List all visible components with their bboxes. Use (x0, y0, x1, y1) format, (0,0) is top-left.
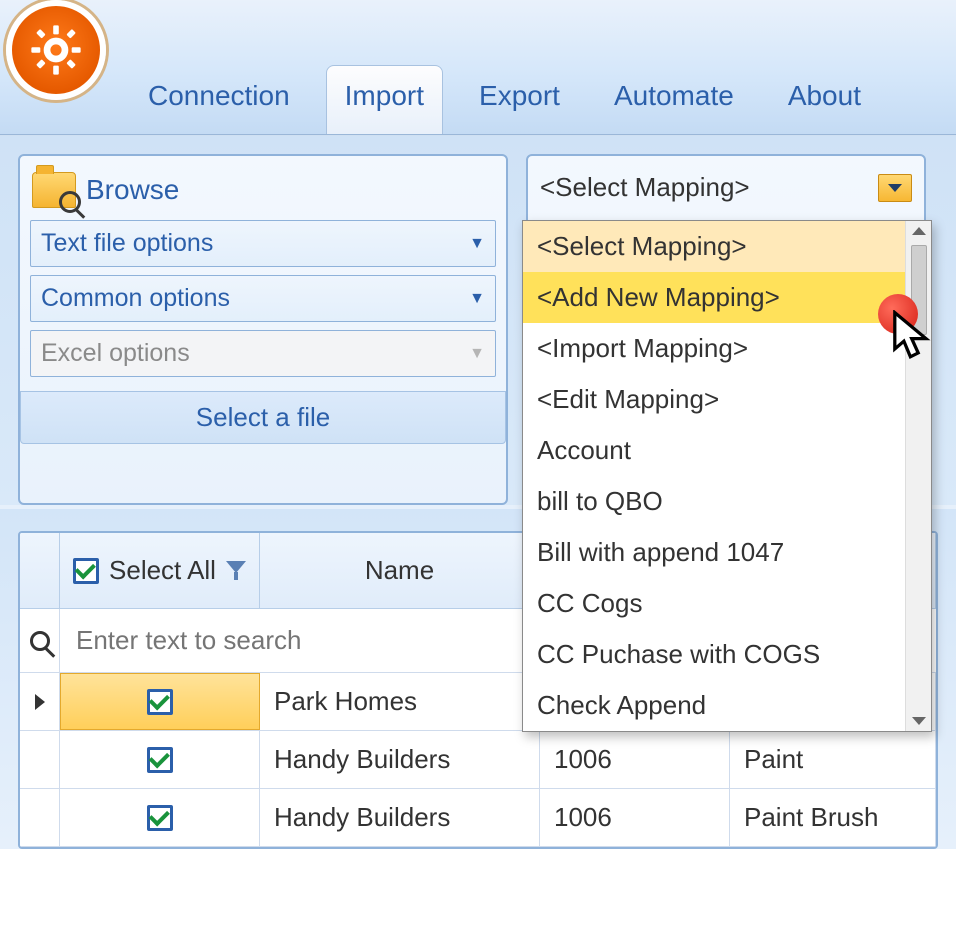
row-item-cell: Paint Brush (730, 789, 936, 846)
row-item-cell: Paint (730, 731, 936, 788)
text-file-options-dropdown[interactable]: Text file options ▼ (30, 220, 496, 267)
column-header-name[interactable]: Name (260, 533, 540, 608)
search-icon (30, 631, 50, 651)
excel-options-dropdown: Excel options ▼ (30, 330, 496, 377)
scroll-down-icon[interactable] (912, 717, 926, 725)
tab-connection[interactable]: Connection (130, 66, 308, 134)
mapping-option[interactable]: <Edit Mapping> (523, 374, 931, 425)
row-number-cell: 1006 (540, 731, 730, 788)
dropdown-scrollbar[interactable] (905, 221, 931, 731)
table-row[interactable]: Handy Builders1006Paint Brush (20, 789, 936, 847)
row-name-cell: Handy Builders (260, 789, 540, 846)
tab-import[interactable]: Import (326, 65, 443, 134)
common-options-dropdown[interactable]: Common options ▼ (30, 275, 496, 322)
mapping-option[interactable]: CC Cogs (523, 578, 931, 629)
row-checkbox[interactable] (147, 689, 173, 715)
common-options-label: Common options (41, 284, 230, 313)
folder-search-icon (32, 172, 76, 208)
row-checkbox[interactable] (147, 747, 173, 773)
table-row[interactable]: Handy Builders1006Paint (20, 731, 936, 789)
select-all-label: Select All (109, 555, 216, 586)
select-a-file-label: Select a file (20, 391, 506, 444)
mapping-option[interactable]: <Select Mapping> (523, 221, 931, 272)
mapping-dropdown-button[interactable] (878, 174, 912, 202)
row-number-cell: 1006 (540, 789, 730, 846)
row-indicator-header (20, 533, 60, 608)
mapping-option[interactable]: <Import Mapping> (523, 323, 931, 374)
mapping-selected-value: <Select Mapping> (540, 172, 750, 203)
chevron-down-icon: ▼ (469, 235, 485, 253)
scroll-thumb[interactable] (911, 245, 927, 335)
row-checkbox[interactable] (147, 805, 173, 831)
row-checkbox-cell[interactable] (60, 731, 260, 788)
mapping-panel: <Select Mapping> <Select Mapping><Add Ne… (526, 154, 926, 505)
ribbon: Connection Import Export Automate About (0, 0, 956, 135)
browse-label: Browse (86, 174, 179, 206)
mapping-option[interactable]: CC Puchase with COGS (523, 629, 931, 680)
select-all-header[interactable]: Select All (60, 533, 260, 608)
row-indicator-cell (20, 673, 60, 730)
tab-automate[interactable]: Automate (596, 66, 752, 134)
select-all-checkbox[interactable] (73, 558, 99, 584)
file-panel: Browse Text file options ▼ Common option… (18, 154, 508, 505)
gear-icon (28, 22, 84, 78)
chevron-down-icon (888, 184, 902, 192)
app-gear-icon[interactable] (6, 0, 106, 100)
mapping-dropdown-list[interactable]: <Select Mapping><Add New Mapping><Import… (522, 220, 932, 732)
tab-about[interactable]: About (770, 66, 879, 134)
name-header-label: Name (365, 555, 434, 586)
main-tabs: Connection Import Export Automate About (130, 64, 879, 134)
row-checkbox-cell[interactable] (60, 789, 260, 846)
text-file-options-label: Text file options (41, 229, 213, 258)
mapping-option[interactable]: Check Append (523, 680, 931, 731)
search-icon-cell (20, 609, 60, 672)
scroll-up-icon[interactable] (912, 227, 926, 235)
filter-icon[interactable] (226, 561, 246, 581)
excel-options-label: Excel options (41, 339, 190, 368)
tab-export[interactable]: Export (461, 66, 578, 134)
chevron-down-icon: ▼ (469, 290, 485, 308)
chevron-down-icon: ▼ (469, 345, 485, 363)
row-checkbox-cell[interactable] (60, 673, 260, 730)
mapping-select[interactable]: <Select Mapping> (540, 166, 912, 213)
browse-button[interactable]: Browse (30, 164, 496, 220)
mapping-option[interactable]: Account (523, 425, 931, 476)
mapping-option[interactable]: bill to QBO (523, 476, 931, 527)
row-indicator-cell (20, 731, 60, 788)
row-name-cell: Handy Builders (260, 731, 540, 788)
mapping-option[interactable]: <Add New Mapping> (523, 272, 931, 323)
current-row-icon (35, 694, 45, 710)
mapping-option[interactable]: Bill with append 1047 (523, 527, 931, 578)
row-name-cell: Park Homes (260, 673, 540, 730)
row-indicator-cell (20, 789, 60, 846)
tool-row: Browse Text file options ▼ Common option… (0, 135, 956, 505)
